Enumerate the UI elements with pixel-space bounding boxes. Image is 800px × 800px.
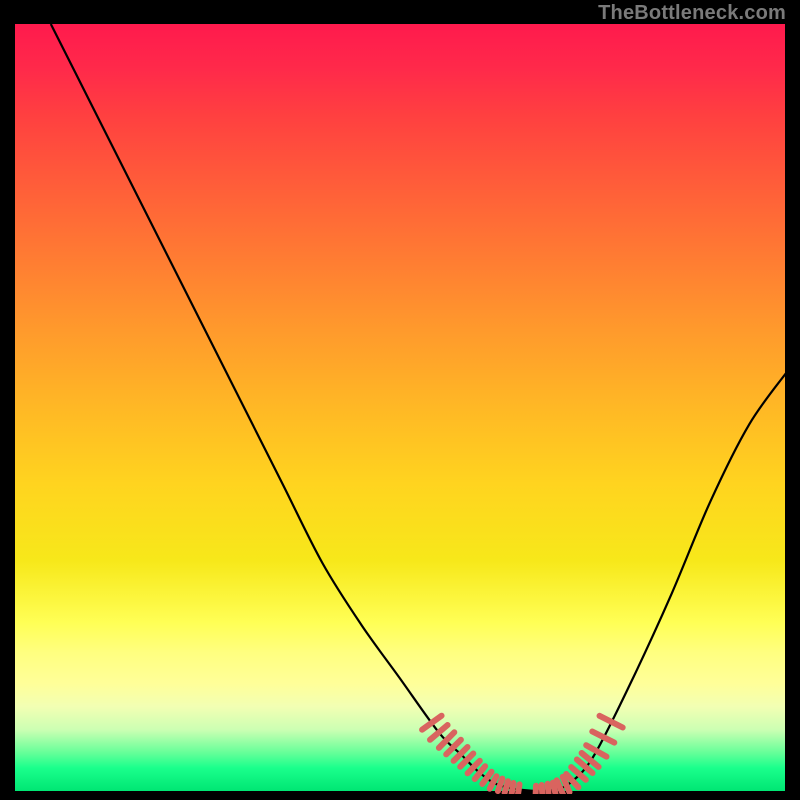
tick-mark	[512, 783, 514, 794]
chart-frame	[12, 24, 788, 794]
tick-mark	[518, 784, 520, 794]
tick-mark	[490, 776, 497, 789]
tick-mark	[548, 784, 549, 794]
watermark-text: TheBottleneck.com	[598, 2, 786, 25]
tick-mark	[600, 716, 623, 728]
tick-marks-layer	[12, 24, 788, 794]
tick-mark	[498, 779, 502, 792]
tick-mark	[422, 716, 442, 730]
tick-mark	[505, 781, 508, 793]
tick-mark	[586, 745, 606, 756]
tick-mark	[542, 785, 543, 794]
tick-mark	[592, 732, 614, 743]
tick-group	[422, 716, 623, 794]
